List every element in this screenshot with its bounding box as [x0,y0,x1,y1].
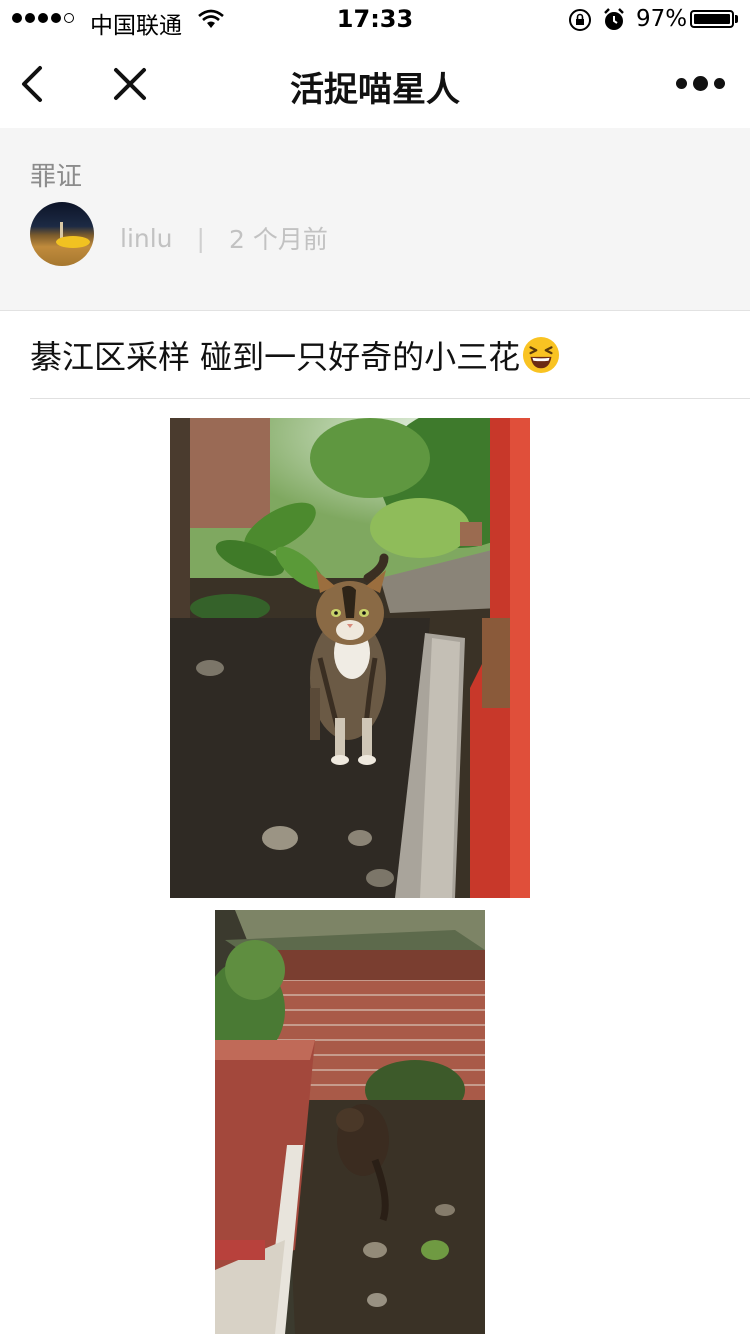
battery-cap [735,15,738,23]
cat-near-brick-wall-photo[interactable] [215,910,485,1334]
alarm-clock-icon [604,8,624,30]
post-time: 2 个月前 [228,225,328,254]
meta-separator: | [196,223,205,253]
page-title: 活捉喵星人 [290,70,460,110]
rotation-lock-icon [569,9,591,31]
calico-cat-sitting-photo[interactable] [170,418,530,898]
divider [30,398,750,399]
battery-icon [690,10,734,28]
avatar[interactable] [30,202,94,266]
navigation-bar: 活捉喵星人 [0,40,750,128]
post-body: 綦江区采样 碰到一只好奇的小三花 [30,332,560,378]
more-options-icon[interactable] [676,76,725,91]
post-category[interactable]: 罪证 [30,156,82,193]
post-meta: linlu | 2 个月前 [120,220,328,256]
status-bar: 中国联通 17:33 97% [0,0,750,40]
author-name[interactable]: linlu [120,224,173,253]
laughing-face-icon [523,336,560,374]
post-header: 罪证 linlu | 2 个月前 [0,128,750,311]
battery-percent: 97% [636,6,688,32]
post-text: 綦江区采样 碰到一只好奇的小三花 [30,338,521,376]
